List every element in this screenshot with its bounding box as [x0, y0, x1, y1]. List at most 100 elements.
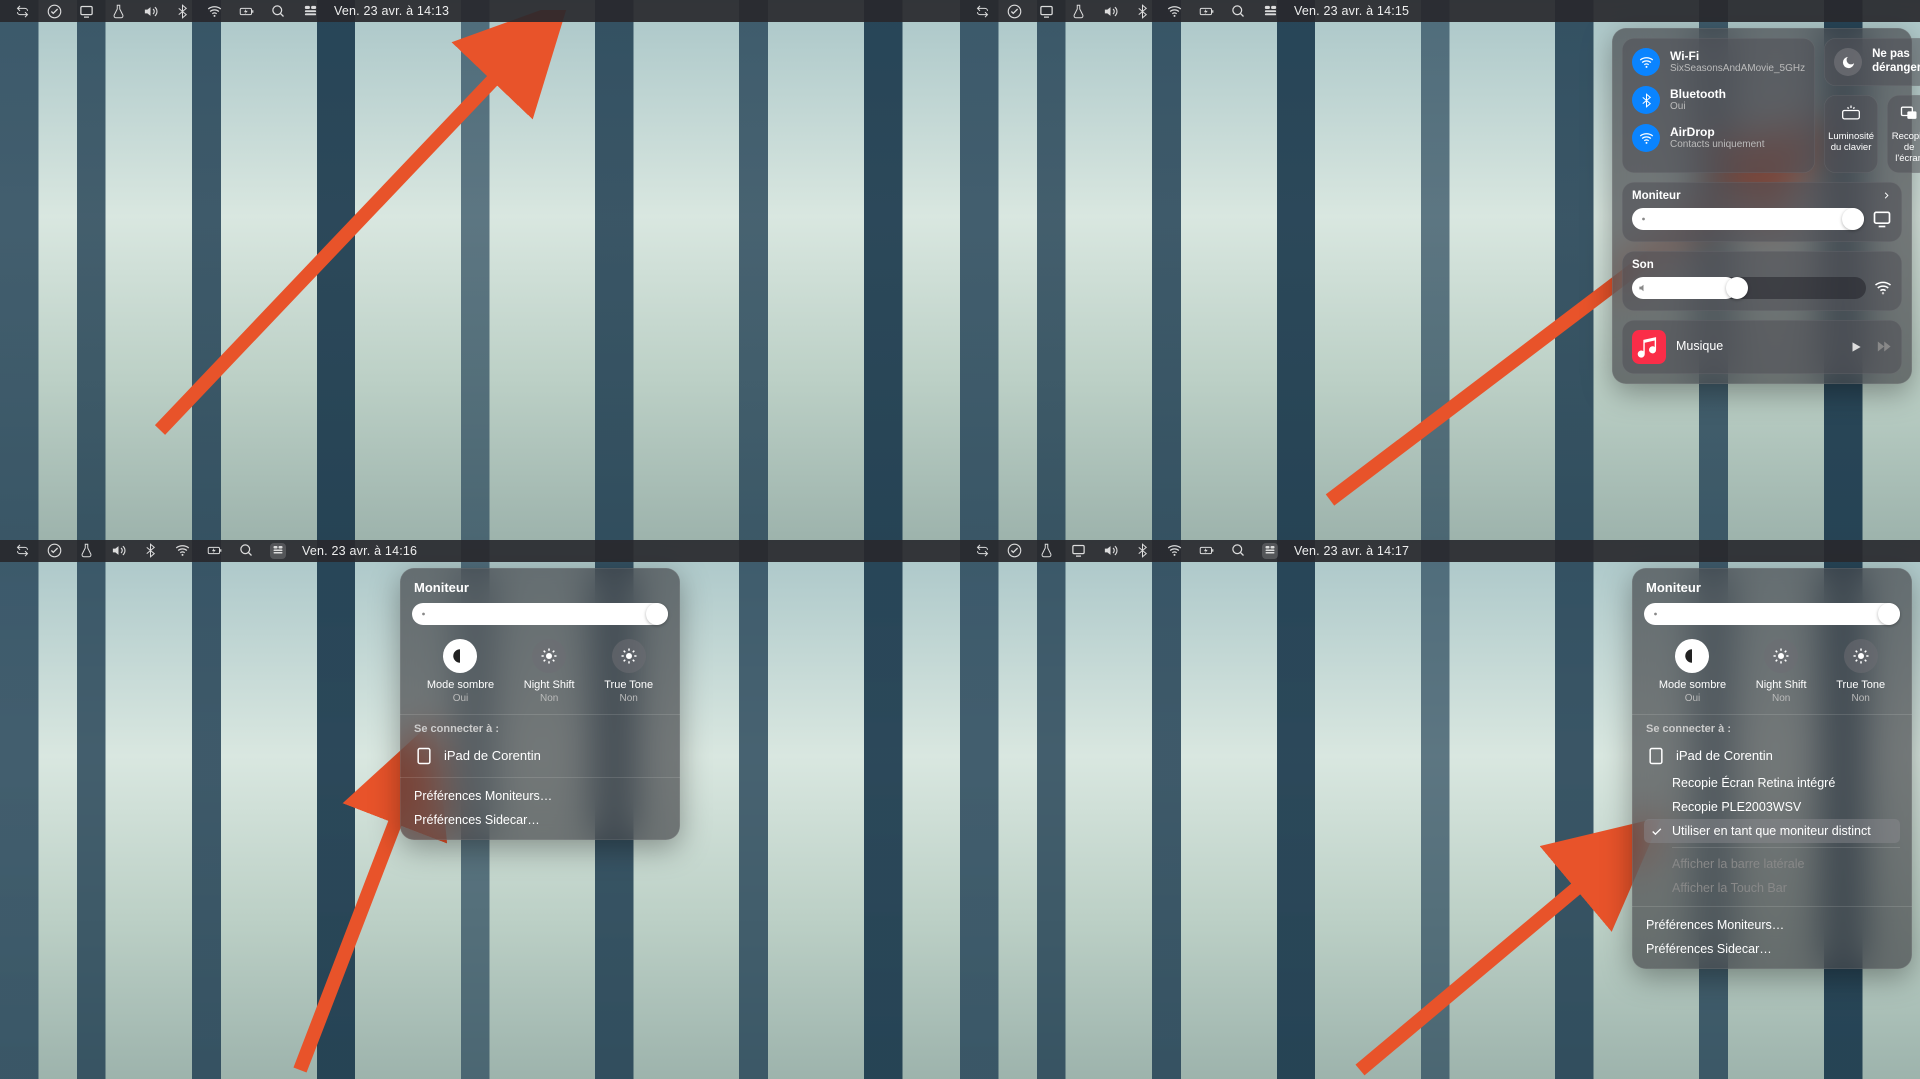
wifi-icon[interactable]	[1166, 543, 1182, 559]
night-shift-toggle[interactable]: Night ShiftNon	[524, 639, 575, 704]
quadrant-4: Ven. 23 avr. à 14:17 Moniteur Mode sombr…	[960, 540, 1920, 1079]
monitor-label: Moniteur	[1632, 190, 1681, 202]
spotlight-icon[interactable]	[270, 3, 286, 19]
control-center-icon[interactable]	[1262, 543, 1278, 559]
volume-icon[interactable]	[142, 3, 158, 19]
volume-icon[interactable]	[1102, 3, 1118, 19]
bluetooth-toggle[interactable]: BluetoothOui	[1632, 86, 1805, 114]
panel-title: Moniteur	[1644, 580, 1900, 595]
flask-icon[interactable]	[110, 3, 126, 19]
airplay-audio-icon[interactable]	[1874, 279, 1892, 297]
bluetooth-icon[interactable]	[1134, 3, 1150, 19]
ipad-icon	[1646, 746, 1666, 766]
dark-mode-toggle[interactable]: Mode sombreOui	[1659, 639, 1726, 704]
display-preferences-link[interactable]: Préférences Moniteurs…	[1644, 913, 1900, 937]
wifi-toggle[interactable]: Wi-FiSixSeasonsAndAMovie_5GHz	[1632, 48, 1805, 76]
quadrant-3: Ven. 23 avr. à 14:16 Moniteur Mode sombr…	[0, 540, 960, 1079]
chevron-right-icon[interactable]	[1881, 190, 1892, 201]
arrows-icon[interactable]	[974, 3, 990, 19]
control-center-icon[interactable]	[270, 543, 286, 559]
control-center-panel: Wi-FiSixSeasonsAndAMovie_5GHz BluetoothO…	[1612, 28, 1912, 384]
spotlight-icon[interactable]	[1230, 3, 1246, 19]
volume-slider[interactable]	[1632, 277, 1866, 299]
connectivity-card: Wi-FiSixSeasonsAndAMovie_5GHz BluetoothO…	[1622, 38, 1815, 173]
wifi-icon[interactable]	[174, 543, 190, 559]
bluetooth-icon[interactable]	[174, 3, 190, 19]
brightness-slider[interactable]	[1644, 603, 1900, 625]
quadrant-1: Ven. 23 avr. à 14:13	[0, 0, 960, 540]
option-mirror-retina[interactable]: Recopie Écran Retina intégré	[1644, 771, 1900, 795]
display-icon[interactable]	[78, 3, 94, 19]
bluetooth-icon	[1632, 86, 1660, 114]
volume-icon[interactable]	[110, 543, 126, 559]
display-preferences-link[interactable]: Préférences Moniteurs…	[412, 784, 668, 808]
bluetooth-icon[interactable]	[142, 543, 158, 559]
night-shift-icon	[1764, 639, 1798, 673]
moon-icon	[1834, 48, 1862, 76]
dark-mode-toggle[interactable]: Mode sombreOui	[427, 639, 494, 704]
brightness-low-icon	[418, 608, 429, 619]
menubar: Ven. 23 avr. à 14:15	[960, 0, 1920, 22]
battery-icon[interactable]	[238, 3, 254, 19]
battery-icon[interactable]	[1198, 3, 1214, 19]
option-show-sidebar[interactable]: Afficher la barre latérale	[1644, 852, 1900, 876]
play-icon[interactable]	[1849, 340, 1863, 354]
music-app-icon	[1632, 330, 1666, 364]
option-show-touchbar[interactable]: Afficher la Touch Bar	[1644, 876, 1900, 900]
arrows-icon[interactable]	[14, 543, 30, 559]
check-icon[interactable]	[46, 543, 62, 559]
control-center-icon[interactable]	[302, 3, 318, 19]
music-card[interactable]: Musique	[1622, 320, 1902, 374]
check-icon[interactable]	[1006, 3, 1022, 19]
device-ipad[interactable]: iPad de Corentin	[412, 741, 668, 771]
clock[interactable]: Ven. 23 avr. à 14:13	[334, 4, 449, 18]
keyboard-brightness-button[interactable]: Luminosité du clavier	[1824, 95, 1878, 173]
battery-icon[interactable]	[206, 543, 222, 559]
sound-card: Son	[1622, 251, 1902, 311]
bluetooth-icon[interactable]	[1134, 543, 1150, 559]
flask-icon[interactable]	[1038, 543, 1054, 559]
clock[interactable]: Ven. 23 avr. à 14:15	[1294, 4, 1409, 18]
sidecar-preferences-link[interactable]: Préférences Sidecar…	[412, 808, 668, 832]
arrows-icon[interactable]	[14, 3, 30, 19]
option-separate-display[interactable]: Utiliser en tant que moniteur distinct	[1644, 819, 1900, 843]
brightness-low-icon	[1650, 608, 1661, 619]
check-icon[interactable]	[1006, 543, 1022, 559]
connect-to-label: Se connecter à :	[414, 723, 668, 735]
true-tone-icon	[1844, 639, 1878, 673]
battery-icon[interactable]	[1198, 543, 1214, 559]
arrows-icon[interactable]	[974, 543, 990, 559]
volume-icon[interactable]	[1102, 543, 1118, 559]
flask-icon[interactable]	[1070, 3, 1086, 19]
display-icon[interactable]	[1872, 209, 1892, 229]
sound-label: Son	[1632, 259, 1892, 271]
display-icon[interactable]	[1070, 543, 1086, 559]
dark-mode-icon	[1675, 639, 1709, 673]
dnd-toggle[interactable]: Ne pas déranger	[1824, 38, 1920, 86]
wifi-icon[interactable]	[1166, 3, 1182, 19]
panel-title: Moniteur	[412, 580, 668, 595]
brightness-slider[interactable]	[412, 603, 668, 625]
option-mirror-ple[interactable]: Recopie PLE2003WSV	[1644, 795, 1900, 819]
display-icon[interactable]	[1038, 3, 1054, 19]
connect-to-label: Se connecter à :	[1646, 723, 1900, 735]
night-shift-toggle[interactable]: Night ShiftNon	[1756, 639, 1807, 704]
clock[interactable]: Ven. 23 avr. à 14:17	[1294, 544, 1409, 558]
wifi-icon[interactable]	[206, 3, 222, 19]
clock[interactable]: Ven. 23 avr. à 14:16	[302, 544, 417, 558]
true-tone-toggle[interactable]: True ToneNon	[1836, 639, 1885, 704]
sidecar-preferences-link[interactable]: Préférences Sidecar…	[1644, 937, 1900, 961]
display-brightness-card: Moniteur	[1622, 182, 1902, 242]
control-center-icon[interactable]	[1262, 3, 1278, 19]
check-icon[interactable]	[46, 3, 62, 19]
screen-mirroring-button[interactable]: Recopie de l'écran	[1887, 95, 1920, 173]
brightness-slider[interactable]	[1632, 208, 1864, 230]
speaker-icon	[1638, 282, 1649, 293]
spotlight-icon[interactable]	[1230, 543, 1246, 559]
device-ipad[interactable]: iPad de Corentin	[1644, 741, 1900, 771]
flask-icon[interactable]	[78, 543, 94, 559]
spotlight-icon[interactable]	[238, 543, 254, 559]
airdrop-toggle[interactable]: AirDropContacts uniquement	[1632, 124, 1805, 152]
fast-forward-icon[interactable]	[1875, 338, 1892, 355]
true-tone-toggle[interactable]: True ToneNon	[604, 639, 653, 704]
